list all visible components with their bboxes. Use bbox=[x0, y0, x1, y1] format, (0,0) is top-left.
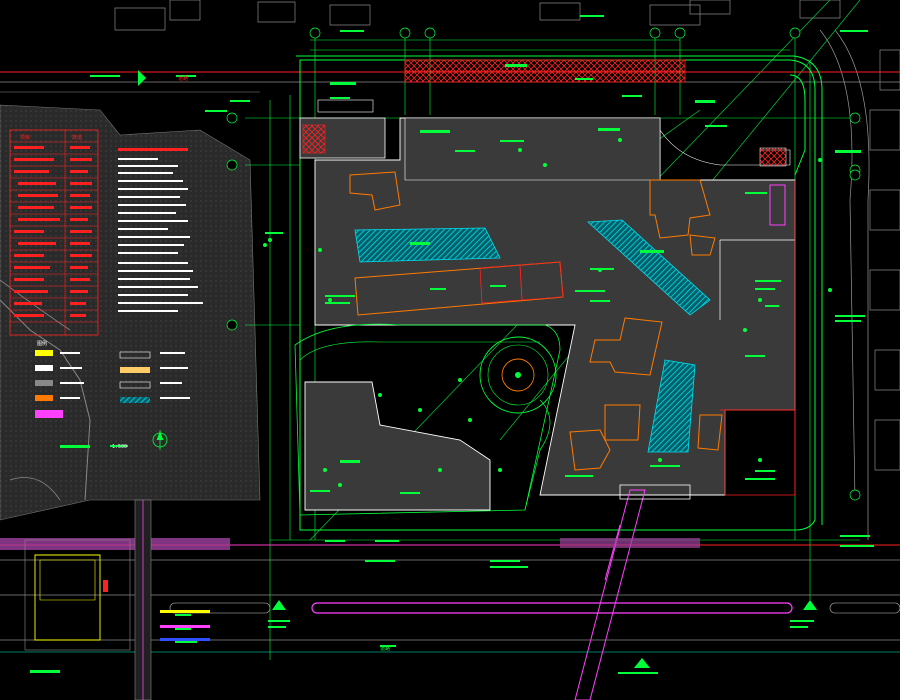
entrance-triangle-icon bbox=[272, 600, 286, 610]
southwest-building bbox=[294, 323, 561, 516]
south-road-label: 道路 bbox=[380, 645, 390, 652]
entrance-triangle-icon bbox=[634, 658, 650, 668]
plan-scale-label: 1:500 bbox=[112, 444, 127, 450]
statistics-table-header-value: 数值 bbox=[72, 134, 82, 141]
legend-title: 图例 bbox=[37, 340, 47, 347]
west-vertical-strip bbox=[134, 499, 152, 700]
right-context-buildings bbox=[819, 29, 900, 540]
top-context-buildings bbox=[114, 0, 841, 31]
site-plan-drawing: 项目 数值 图例 1:500 道路 道路 bbox=[0, 0, 900, 700]
entrance-triangle-icon bbox=[803, 600, 817, 610]
gatehouse-building bbox=[299, 99, 386, 159]
statistics-table-header: 项目 bbox=[20, 135, 30, 141]
left-context-area bbox=[0, 104, 261, 521]
north-road-label: 道路 bbox=[178, 75, 188, 82]
